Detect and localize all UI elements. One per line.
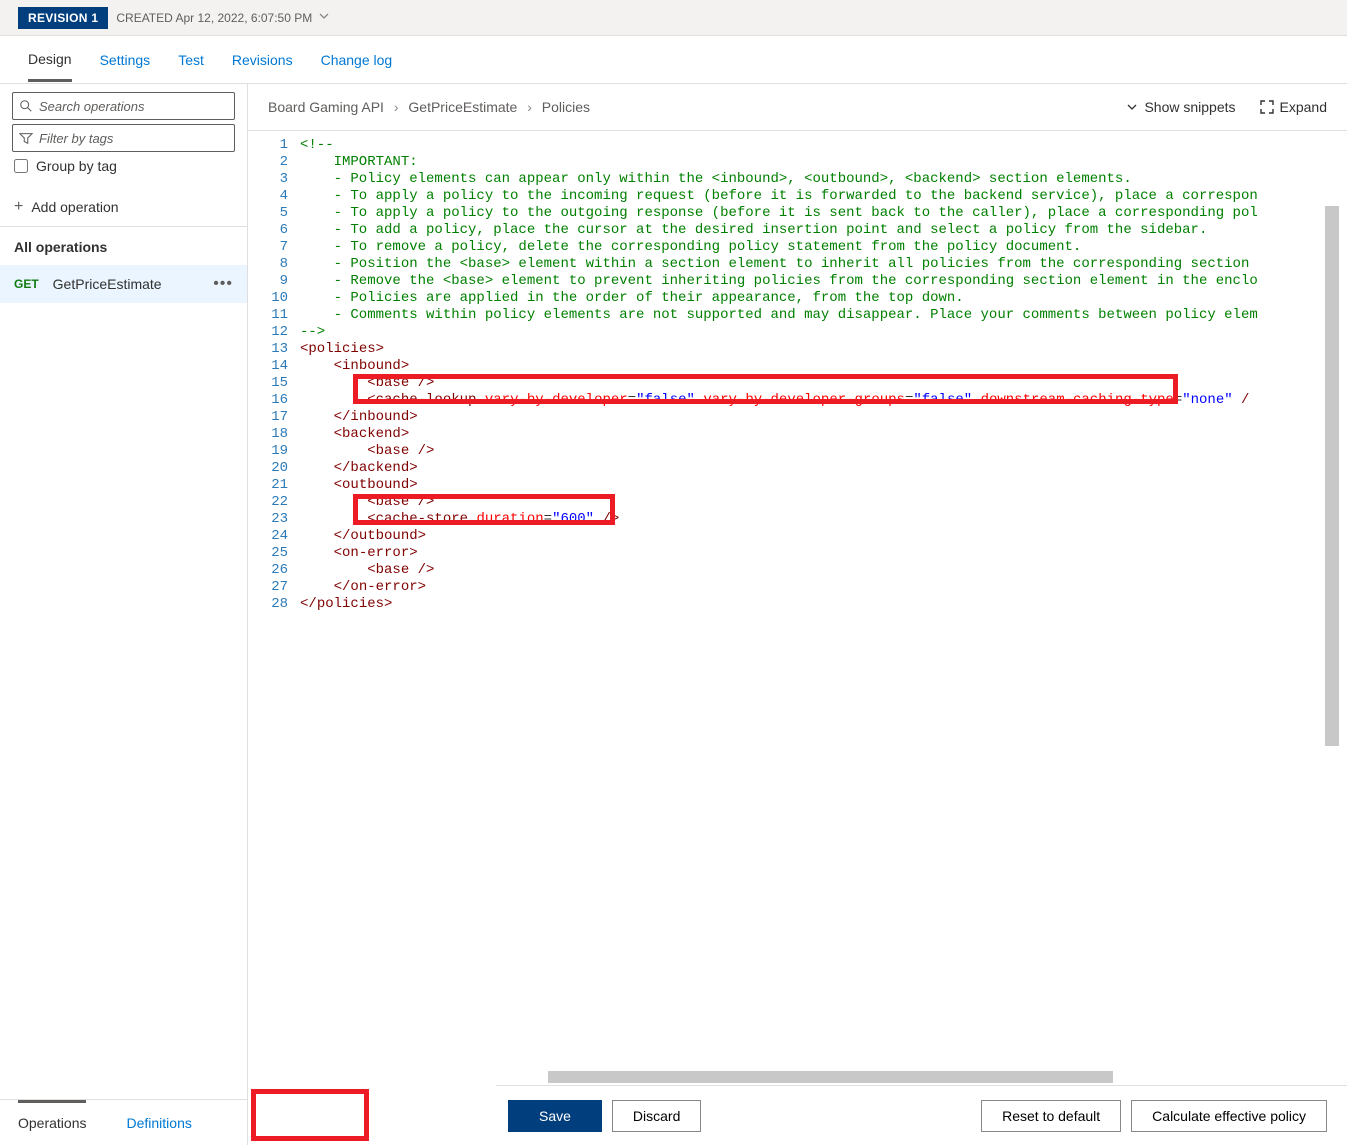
tab-revisions[interactable]: Revisions [232,40,293,80]
add-operation-label: Add operation [31,199,118,215]
group-by-tag-label: Group by tag [36,158,117,174]
chevron-down-icon [1126,101,1138,113]
tab-design[interactable]: Design [28,39,72,82]
breadcrumb-policies: Policies [542,99,590,115]
plus-icon: + [14,198,23,216]
code-line[interactable]: </backend> [300,460,1347,477]
revision-badge[interactable]: REVISION 1 [18,7,108,29]
expand-icon [1260,100,1274,114]
search-icon [19,99,33,113]
tab-changelog[interactable]: Change log [321,40,393,80]
code-line[interactable]: </inbound> [300,409,1347,426]
filter-tags[interactable] [12,124,235,152]
operation-method: GET [14,277,39,291]
code-area[interactable]: <!-- IMPORTANT: - Policy elements can ap… [296,131,1347,1145]
code-line[interactable]: - Policy elements can appear only within… [300,171,1347,188]
code-line[interactable]: - Position the <base> element within a s… [300,256,1347,273]
reset-button[interactable]: Reset to default [981,1100,1121,1132]
tab-test[interactable]: Test [178,40,204,80]
expand[interactable]: Expand [1260,99,1327,115]
code-line[interactable]: <base /> [300,443,1347,460]
group-by-tag[interactable]: Group by tag [14,158,233,174]
more-icon[interactable]: ••• [213,275,233,293]
tab-operations[interactable]: Operations [18,1100,86,1131]
breadcrumb: Board Gaming API › GetPriceEstimate › Po… [268,99,590,115]
code-line[interactable]: <outbound> [300,477,1347,494]
scrollbar-horizontal[interactable] [548,1071,1113,1083]
code-line[interactable]: - To add a policy, place the cursor at t… [300,222,1347,239]
search-operations[interactable] [12,92,235,120]
scrollbar-vertical[interactable] [1325,206,1339,746]
code-line[interactable]: - To remove a policy, delete the corresp… [300,239,1347,256]
save-button[interactable]: Save [508,1100,602,1132]
code-line[interactable]: --> [300,324,1347,341]
revision-bar: REVISION 1 CREATED Apr 12, 2022, 6:07:50… [0,0,1347,36]
code-line[interactable]: <!-- [300,137,1347,154]
filter-icon [19,131,33,145]
top-tabs: Design Settings Test Revisions Change lo… [0,36,1347,84]
code-line[interactable]: <policies> [300,341,1347,358]
code-line[interactable]: - Remove the <base> element to prevent i… [300,273,1347,290]
code-line[interactable]: <cache-lookup vary-by-developer="false" … [300,392,1347,409]
right-panel: Board Gaming API › GetPriceEstimate › Po… [248,84,1347,1145]
filter-input[interactable] [39,131,228,146]
line-gutter: 1234567891011121314151617181920212223242… [248,131,296,1145]
all-operations-header[interactable]: All operations [0,227,247,265]
code-line[interactable]: </policies> [300,596,1347,613]
chevron-down-icon[interactable] [318,10,330,25]
breadcrumb-operation[interactable]: GetPriceEstimate [408,99,517,115]
tab-definitions[interactable]: Definitions [126,1115,191,1131]
code-line[interactable]: <base /> [300,562,1347,579]
code-line[interactable]: <inbound> [300,358,1347,375]
bottom-bar: Save Discard Reset to default Calculate … [496,1085,1347,1145]
code-line[interactable]: - Policies are applied in the order of t… [300,290,1347,307]
add-operation[interactable]: + Add operation [0,188,247,227]
breadcrumb-api[interactable]: Board Gaming API [268,99,384,115]
code-line[interactable]: <cache-store duration="600" /> [300,511,1347,528]
left-bottom-tabs: Operations Definitions [0,1099,247,1145]
show-snippets[interactable]: Show snippets [1126,99,1235,115]
code-line[interactable]: <base /> [300,375,1347,392]
tab-settings[interactable]: Settings [100,40,151,80]
code-line[interactable]: - To apply a policy to the incoming requ… [300,188,1347,205]
code-line[interactable]: <base /> [300,494,1347,511]
revision-created-label: CREATED Apr 12, 2022, 6:07:50 PM [116,11,312,25]
left-panel: Group by tag + Add operation All operati… [0,84,248,1145]
group-by-tag-checkbox[interactable] [14,159,28,173]
code-editor[interactable]: 1234567891011121314151617181920212223242… [248,130,1347,1145]
code-line[interactable]: IMPORTANT: [300,154,1347,171]
discard-button[interactable]: Discard [612,1100,701,1132]
code-line[interactable]: <on-error> [300,545,1347,562]
code-line[interactable]: </outbound> [300,528,1347,545]
operation-name: GetPriceEstimate [53,276,162,292]
search-input[interactable] [39,99,228,114]
code-line[interactable]: <backend> [300,426,1347,443]
operation-item[interactable]: GET GetPriceEstimate ••• [0,265,247,303]
code-line[interactable]: - To apply a policy to the outgoing resp… [300,205,1347,222]
calculate-policy-button[interactable]: Calculate effective policy [1131,1100,1327,1132]
code-line[interactable]: </on-error> [300,579,1347,596]
code-line[interactable]: - Comments within policy elements are no… [300,307,1347,324]
